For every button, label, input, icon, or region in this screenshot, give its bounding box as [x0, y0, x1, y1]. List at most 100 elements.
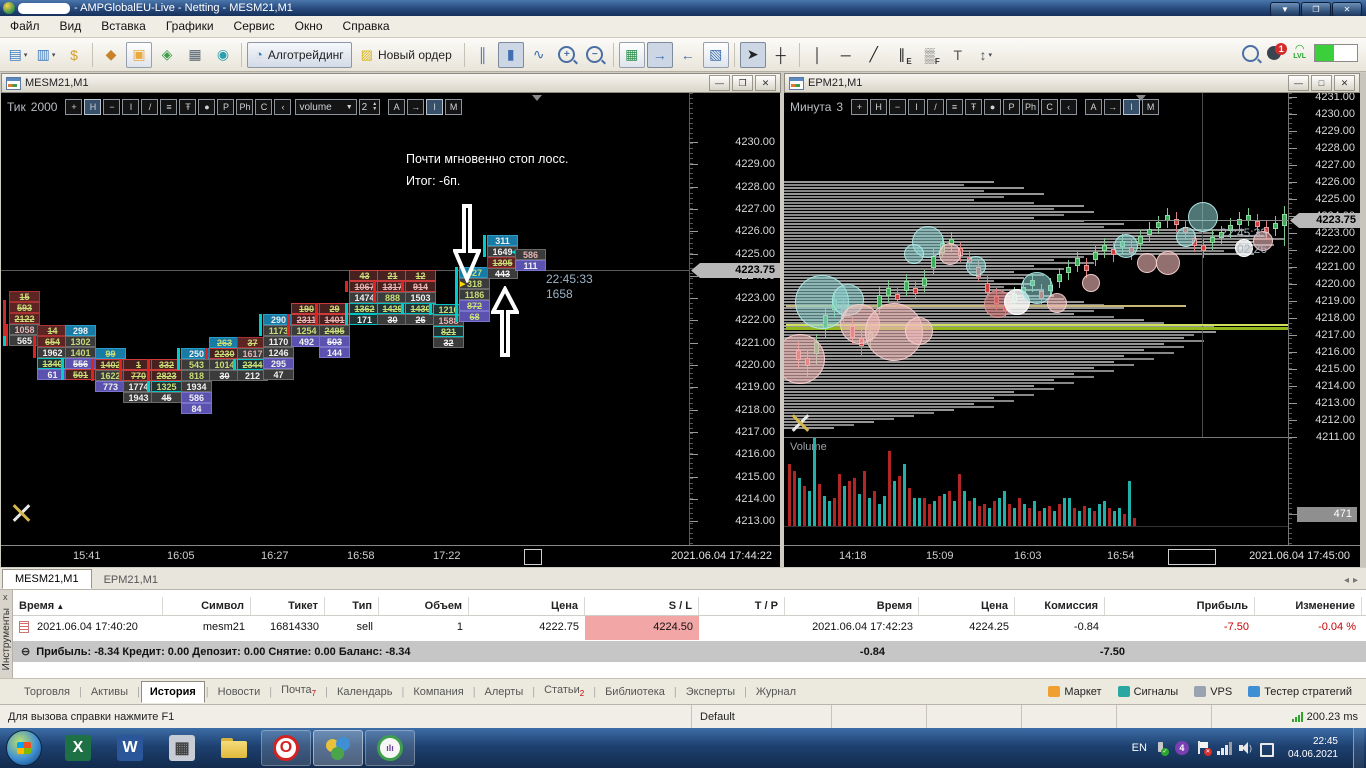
- column-header-3[interactable]: Тип: [325, 597, 379, 615]
- toolbox-tab-Журнал[interactable]: Журнал: [748, 682, 804, 702]
- status-profile[interactable]: Default: [692, 705, 832, 728]
- left-chart-time-axis[interactable]: 15:41 16:05 16:27 16:58 17:22 2021.06.04 17:4…: [1, 545, 780, 567]
- left-chart-toolbar-volume-dropdown[interactable]: volume ▼: [295, 99, 357, 115]
- vertical-line-button[interactable]: │: [805, 42, 831, 68]
- vps-cloud-button[interactable]: VPS: [1186, 686, 1240, 698]
- right-chart-toolbar-tool-C[interactable]: C: [1041, 99, 1059, 115]
- left-chart-toolbar-spin[interactable]: 2 ▲ ▼: [358, 99, 381, 115]
- history-deal-row[interactable]: 2021.06.04 17:40:20 mesm21 16814330 sell 1 42…: [13, 616, 1366, 640]
- right-chart-close-icon[interactable]: ✕: [1334, 75, 1355, 91]
- templates-button[interactable]: ▧: [702, 41, 729, 68]
- arrows-tool-button[interactable]: ↕ ▾: [973, 42, 999, 68]
- restore-button[interactable]: ❐: [1301, 2, 1331, 17]
- column-header-1[interactable]: Символ: [163, 597, 251, 615]
- left-chart-toolbar-tool-‹[interactable]: ‹: [274, 99, 292, 115]
- right-chart-toolbar-btn-→[interactable]: →: [1104, 99, 1122, 115]
- taskbar-app-excel[interactable]: X: [53, 730, 103, 766]
- toolbox-tab-Библиотека[interactable]: Библиотека: [597, 682, 673, 702]
- left-chart-toolbar-tool-−[interactable]: −: [103, 99, 121, 115]
- left-chart-plot[interactable]: Тик 2000 + H − I / ≡ Ŧ ● P Ph C ‹ volume ▼ 2 ▲ ▼ A → I M Почти …: [1, 93, 689, 545]
- signals-button[interactable]: ◉: [210, 42, 236, 68]
- right-chart-toolbar-btn-M[interactable]: M: [1142, 99, 1160, 115]
- line-chart-button[interactable]: ∿: [526, 42, 552, 68]
- right-chart-toolbar-tool-‹[interactable]: ‹: [1060, 99, 1078, 115]
- right-chart-toolbar-tool-/[interactable]: /: [927, 99, 945, 115]
- news-button[interactable]: ◈: [154, 42, 180, 68]
- new-order-button[interactable]: ▨ Новый ордер: [354, 43, 459, 67]
- search-icon[interactable]: [1242, 44, 1260, 62]
- menu-item-Вид[interactable]: Вид: [50, 16, 92, 37]
- usb-icon[interactable]: ✓: [1154, 741, 1169, 756]
- text-tool-button[interactable]: T: [945, 42, 971, 68]
- right-chart-price-scale[interactable]: 4231.00 4230.00 4229.00 4228.00 4227.00 4226.…: [1288, 93, 1360, 545]
- right-chart-toolbar-tool-I[interactable]: I: [908, 99, 926, 115]
- network-signal-icon[interactable]: [1216, 741, 1232, 755]
- left-chart-toolbar-tool-C[interactable]: C: [255, 99, 273, 115]
- network-plug-icon[interactable]: [1259, 741, 1274, 757]
- speaker-icon[interactable]: ): [1238, 741, 1252, 755]
- column-header-8[interactable]: Время: [785, 597, 919, 615]
- show-desktop-button[interactable]: [1353, 728, 1364, 768]
- right-chart-toolbar-tool-P[interactable]: P: [1003, 99, 1021, 115]
- left-chart-toolbar-tool-/[interactable]: /: [141, 99, 159, 115]
- left-chart-toolbar-tool-+[interactable]: +: [65, 99, 83, 115]
- menu-item-Файл[interactable]: Файл: [0, 16, 50, 37]
- language-indicator[interactable]: EN: [1132, 742, 1147, 754]
- market-button[interactable]: Маркет: [1040, 686, 1109, 698]
- column-header-6[interactable]: S / L: [585, 597, 699, 615]
- left-chart-toolbar-tool-Ph[interactable]: Ph: [236, 99, 254, 115]
- taskbar-app-metatrader[interactable]: [313, 730, 363, 766]
- title-bar[interactable]: - AMPGlobalEU-Live - Netting - MESM21,M1…: [0, 0, 1366, 17]
- left-chart-toolbar-tool-Ŧ[interactable]: Ŧ: [179, 99, 197, 115]
- menu-item-Сервис[interactable]: Сервис: [224, 16, 285, 37]
- right-chart-toolbar-btn-A[interactable]: A: [1085, 99, 1103, 115]
- notifications-icon[interactable]: 1: [1267, 43, 1288, 62]
- action-flag-icon[interactable]: ✕: [1196, 741, 1212, 756]
- left-chart-minimize-icon[interactable]: —: [709, 75, 730, 91]
- right-chart-titlebar[interactable]: EPM21,M1 — □ ✕: [784, 73, 1360, 93]
- tile-windows-button[interactable]: ▦: [618, 41, 645, 68]
- strategy-tester-button[interactable]: Тестер стратегий: [1240, 686, 1360, 698]
- left-chart-toolbar-tool-≡[interactable]: ≡: [160, 99, 178, 115]
- minimize-button[interactable]: ▼: [1270, 2, 1300, 17]
- trendline-button[interactable]: ╱: [861, 42, 887, 68]
- column-header-0[interactable]: Время ▲: [13, 597, 163, 615]
- right-chart-maximize-icon[interactable]: □: [1311, 75, 1332, 91]
- column-header-7[interactable]: T / P: [699, 597, 785, 615]
- auto-scroll-button[interactable]: →: [646, 41, 673, 68]
- left-chart-toolbar-tool-H[interactable]: H: [84, 99, 102, 115]
- right-chart-toolbar-tool-H[interactable]: H: [870, 99, 888, 115]
- right-chart-toolbar-tool-●[interactable]: ●: [984, 99, 1002, 115]
- toolbox-tab-Эксперты[interactable]: Эксперты: [678, 682, 743, 702]
- status-latency[interactable]: 200.23 ms: [1251, 705, 1366, 728]
- toolbox-tab-Активы[interactable]: Активы: [83, 682, 136, 702]
- cursor-button[interactable]: ➤: [739, 41, 766, 68]
- column-header-11[interactable]: Прибыль: [1105, 597, 1255, 615]
- menu-item-Окно[interactable]: Окно: [285, 16, 333, 37]
- antivirus-icon[interactable]: 4: [1174, 741, 1189, 755]
- quick-tools-icon[interactable]: [790, 413, 810, 433]
- toolbox-tab-Статьи[interactable]: Статьи2: [536, 680, 592, 702]
- toolbox-tab-Календарь[interactable]: Календарь: [329, 682, 401, 702]
- fibonacci-button[interactable]: ▒ F: [917, 42, 943, 68]
- depth-of-market-button[interactable]: ◆: [98, 42, 124, 68]
- taskbar-app-opera[interactable]: O: [261, 730, 311, 766]
- menu-item-Справка[interactable]: Справка: [333, 16, 400, 37]
- taskbar-app-calculator[interactable]: ▦: [157, 730, 207, 766]
- collapse-icon[interactable]: ⊖: [13, 645, 36, 658]
- chart-shift-button[interactable]: ←: [675, 42, 701, 68]
- window-tab-epm21[interactable]: EPM21,M1: [92, 571, 170, 589]
- horizontal-line-button[interactable]: ─: [833, 42, 859, 68]
- column-header-5[interactable]: Цена: [469, 597, 585, 615]
- left-chart-close-icon[interactable]: ✕: [755, 75, 776, 91]
- toolbox-tab-Почта[interactable]: Почта7: [273, 680, 324, 702]
- toolbox-tab-Компания[interactable]: Компания: [405, 682, 471, 702]
- zoom-out-button[interactable]: −: [582, 42, 608, 68]
- taskbar-clock[interactable]: 22:45 04.06.2021: [1280, 735, 1346, 761]
- column-header-2[interactable]: Тикет: [251, 597, 325, 615]
- left-chart-toolbar-btn-I[interactable]: I: [426, 99, 444, 115]
- new-chart-button[interactable]: ▤ ▾: [5, 42, 31, 68]
- signals-button[interactable]: Сигналы: [1110, 686, 1187, 698]
- quick-tools-icon[interactable]: [11, 503, 31, 523]
- symbols-button[interactable]: $: [61, 42, 87, 68]
